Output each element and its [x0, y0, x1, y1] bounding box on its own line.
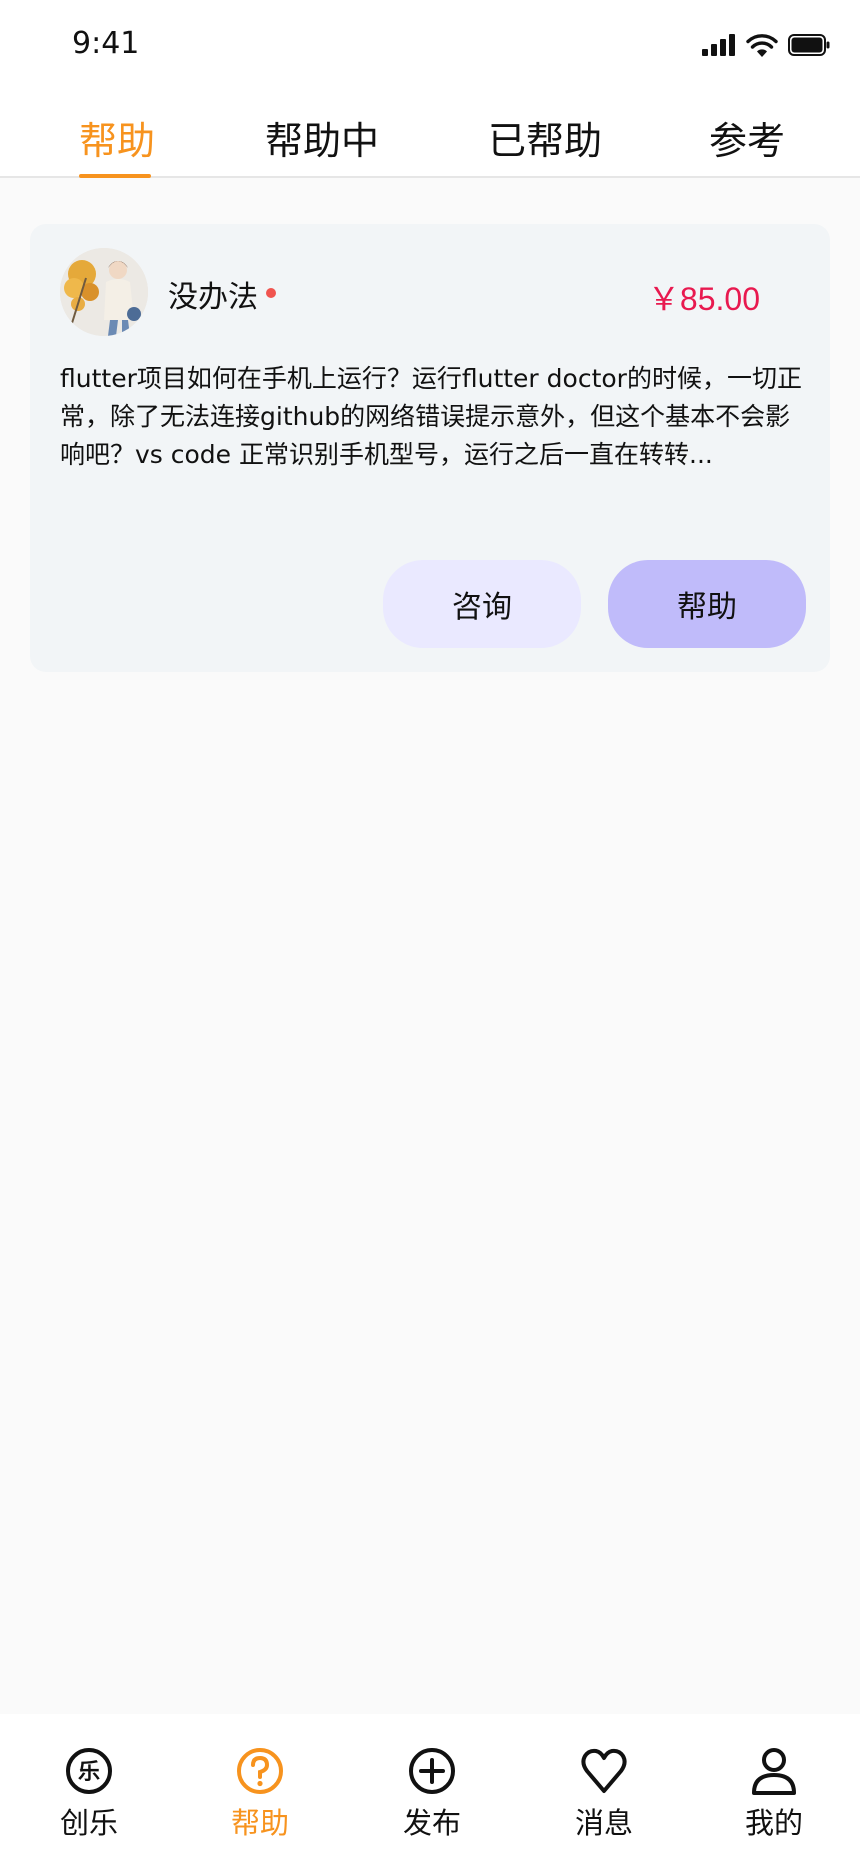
tab-helping[interactable]: 帮助中 [265, 110, 379, 165]
tab-helped[interactable]: 已帮助 [488, 110, 602, 165]
nav-item-messages[interactable]: 消息 [544, 1746, 664, 1842]
tab-reference[interactable]: 参考 [709, 110, 785, 165]
wifi-icon [746, 34, 778, 57]
cellular-signal-icon [702, 34, 735, 56]
bottom-navigation: 乐 创乐 帮助 发布 消息 我的 [0, 1714, 860, 1864]
tab-indicator [79, 174, 151, 178]
avatar[interactable] [60, 248, 148, 336]
user-name[interactable]: 没办法 [168, 272, 258, 316]
nav-label-help: 帮助 [230, 1806, 289, 1840]
status-icons [702, 30, 830, 60]
tab-bar: 帮助 帮助中 已帮助 参考 [0, 90, 860, 178]
le-circle-icon: 乐 [66, 1748, 112, 1794]
help-button[interactable]: 帮助 [608, 560, 806, 648]
svg-text:乐: 乐 [78, 1760, 100, 1785]
reward-price: ￥85.00 [647, 281, 760, 317]
nav-label-mine: 我的 [744, 1806, 803, 1840]
online-status-dot [266, 288, 276, 298]
nav-item-mine[interactable]: 我的 [714, 1746, 834, 1842]
status-bar: 9:41 [0, 0, 860, 90]
status-time: 9:41 [72, 26, 140, 61]
consult-button[interactable]: 咨询 [383, 560, 581, 648]
nav-label-publish: 发布 [402, 1806, 461, 1840]
question-circle-icon [237, 1748, 283, 1794]
nav-item-help[interactable]: 帮助 [200, 1746, 320, 1842]
question-description: flutter项目如何在手机上运行？运行flutter doctor的时候，一切… [60, 364, 802, 469]
avatar-illustration [60, 248, 148, 336]
nav-item-publish[interactable]: 发布 [372, 1746, 492, 1842]
tab-help[interactable]: 帮助 [79, 110, 155, 165]
nav-item-chuangle[interactable]: 乐 创乐 [29, 1746, 149, 1842]
battery-icon [788, 34, 830, 56]
person-icon [752, 1748, 796, 1795]
heart-icon [581, 1748, 627, 1793]
plus-circle-icon [409, 1748, 455, 1794]
nav-label-chuangle: 创乐 [59, 1806, 118, 1840]
help-request-card[interactable]: 没办法 ￥85.00 flutter项目如何在手机上运行？运行flutter d… [30, 224, 830, 672]
nav-label-messages: 消息 [574, 1806, 633, 1840]
